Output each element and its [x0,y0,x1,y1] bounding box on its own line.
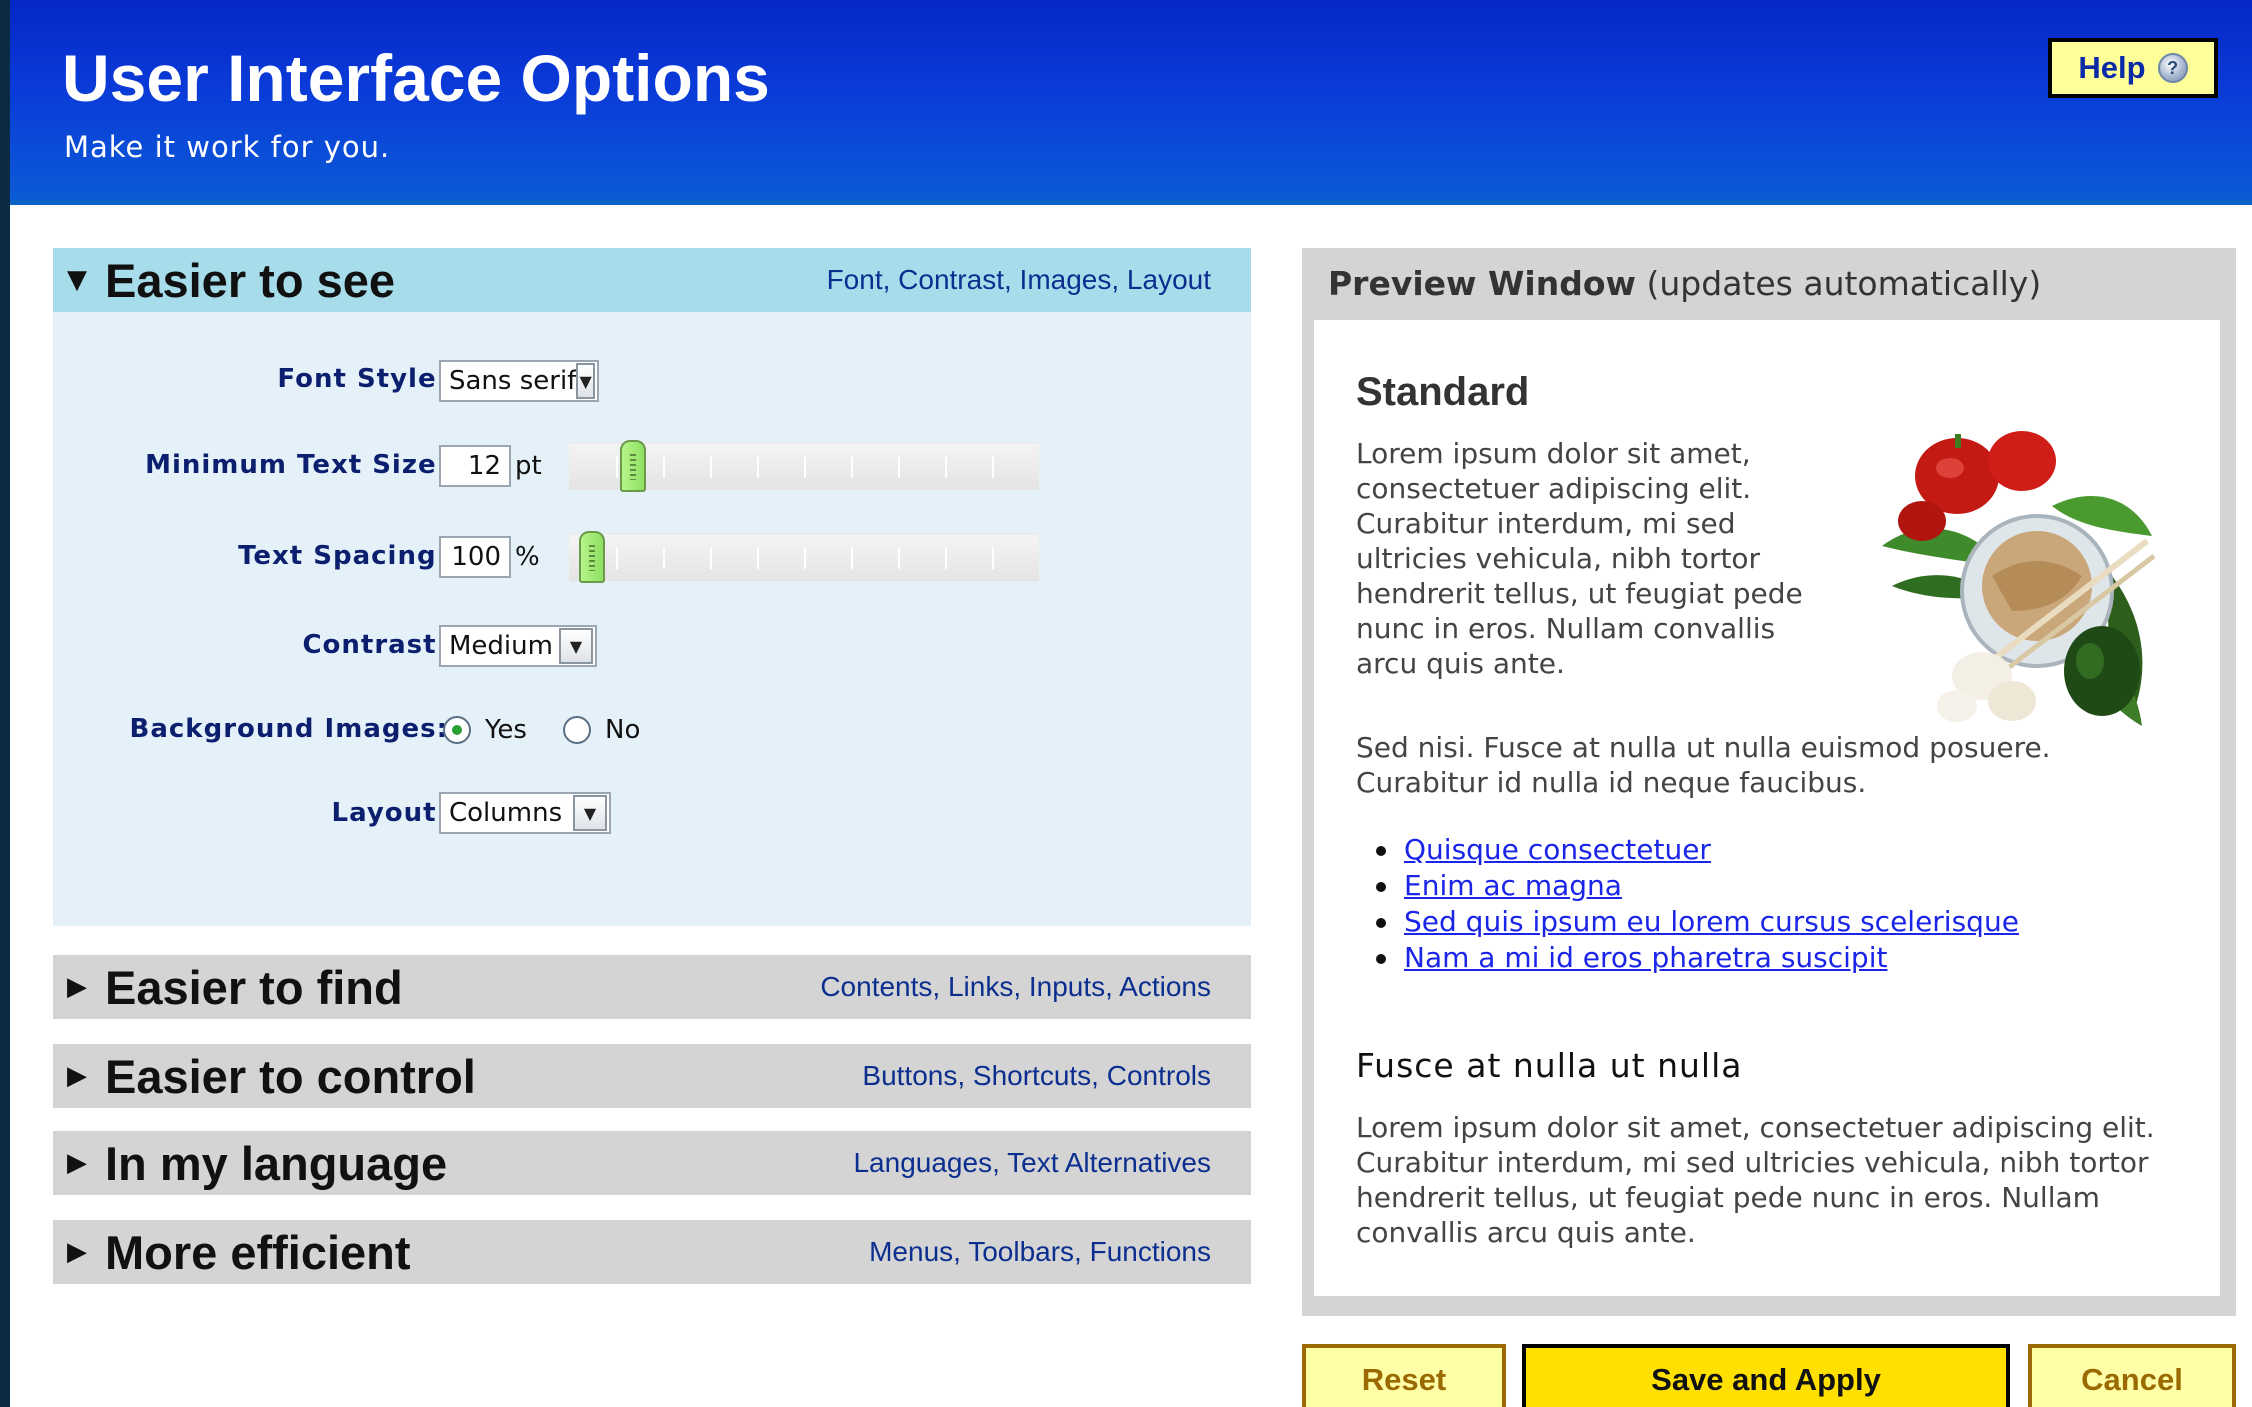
panel-summary: Languages, Text Alternatives [853,1147,1211,1178]
slider-tick [898,456,900,478]
panel-title: More efficient [105,1225,411,1279]
header-banner: User Interface Options Make it work for … [10,0,2252,200]
slider-tick [804,547,806,569]
panel-header-easier-to-control[interactable]: ▶ Easier to control Buttons, Shortcuts, … [53,1044,1251,1108]
slider-tick [992,456,994,478]
triangle-right-icon: ▶ [67,972,87,1002]
slider-tick [945,547,947,569]
font-style-label: Font Style: [277,364,448,394]
background-images-yes-label: Yes [485,715,527,745]
preview-paragraph: Lorem ipsum dolor sit amet, consectetuer… [1356,1111,2155,1249]
panel-summary: Buttons, Shortcuts, Controls [862,1060,1211,1091]
app-window: User Interface Options Make it work for … [10,0,2252,1407]
min-text-size-input[interactable]: 12 [439,445,511,487]
background-images-no-label: No [605,715,641,745]
panel-title: Easier to see [105,253,396,307]
preview-paragraph: Sed nisi. Fusce at nulla ut nulla euismo… [1356,731,2051,799]
slider-tick [898,547,900,569]
page-subtitle: Make it work for you. [64,130,391,164]
panel-summary: Contents, Links, Inputs, Actions [820,971,1211,1002]
slider-tick [616,547,618,569]
list-item: Quisque consectetuer [1376,832,2019,868]
preview-title-note: (updates automatically) [1646,264,2042,303]
layout-select[interactable]: Columns ▼ [439,792,611,834]
preview-link[interactable]: Sed quis ipsum eu lorem cursus scelerisq… [1404,905,2019,938]
slider-tick [663,456,665,478]
text-spacing-slider[interactable] [569,531,1039,583]
text-spacing-input[interactable]: 100 [439,536,511,578]
contrast-label: Contrast: [302,630,448,660]
preview-subheading: Fusce at nulla ut nulla [1356,1046,1743,1085]
slider-thumb[interactable] [579,531,605,583]
layout-value: Columns [449,798,563,828]
text-spacing-label: Text Spacing: [238,541,448,571]
slider-tick [851,456,853,478]
slider-tick [757,456,759,478]
panel-title: In my language [105,1136,448,1190]
background-images-label: Background Images: [129,714,448,744]
preview-heading: Standard [1356,370,1530,414]
slider-thumb[interactable] [620,440,646,492]
panel-body-easier-to-see: Font Style: Sans serif ▼ Minimum Text Si… [53,312,1251,926]
slider-tick [851,547,853,569]
vegetables-bowl-image [1882,431,2156,726]
layout-label: Layout: [331,798,448,828]
font-style-select[interactable]: Sans serif ▼ [439,360,599,402]
panel-title: Easier to find [105,960,403,1014]
preview-link[interactable]: Enim ac magna [1404,869,1622,902]
panel-summary: Font, Contrast, Images, Layout [826,264,1211,295]
help-button-label: Help [2078,50,2146,85]
min-text-size-label: Minimum Text Size: [145,450,448,480]
slider-tick [710,547,712,569]
triangle-right-icon: ▶ [67,1237,87,1267]
header-divider [10,200,2252,205]
min-text-size-slider[interactable] [569,440,1039,492]
preview-link-list: Quisque consectetuer Enim ac magna Sed q… [1376,832,2019,976]
triangle-right-icon: ▶ [67,1148,87,1178]
contrast-value: Medium [449,631,553,661]
preview-paragraph: Lorem ipsum dolor sit amet, consectetuer… [1356,437,1803,680]
preview-content: Standard Lorem ipsum dolor sit amet, con… [1314,320,2220,1296]
text-spacing-unit: % [515,542,540,572]
panel-header-easier-to-find[interactable]: ▶ Easier to find Contents, Links, Inputs… [53,955,1251,1019]
preview-window: Preview Window (updates automatically) S… [1302,248,2236,1316]
reset-button[interactable]: Reset [1302,1344,1506,1407]
panel-header-in-my-language[interactable]: ▶ In my language Languages, Text Alterna… [53,1131,1251,1195]
cancel-button[interactable]: Cancel [2028,1344,2236,1407]
list-item: Sed quis ipsum eu lorem cursus scelerisq… [1376,904,2019,940]
min-text-size-unit: pt [515,451,542,481]
slider-tick [663,547,665,569]
slider-tick [616,456,618,478]
preview-link[interactable]: Nam a mi id eros pharetra suscipit [1404,941,1887,974]
contrast-select[interactable]: Medium ▼ [439,625,597,667]
save-and-apply-button[interactable]: Save and Apply [1522,1344,2010,1407]
background-images-no-radio[interactable] [563,716,591,744]
preview-header: Preview Window (updates automatically) [1328,264,2041,303]
preview-title: Preview Window [1328,264,1637,303]
chevron-down-icon: ▼ [576,363,595,399]
chevron-down-icon: ▼ [559,628,593,664]
panel-title: Easier to control [105,1049,476,1103]
help-circle-icon: ? [2157,53,2188,83]
help-button[interactable]: Help ? [2048,38,2218,98]
chevron-down-icon: ▼ [573,795,607,831]
panel-summary: Menus, Toolbars, Functions [869,1236,1211,1267]
page-title: User Interface Options [62,41,770,115]
slider-tick [757,547,759,569]
font-style-value: Sans serif [449,366,577,396]
slider-tick [992,547,994,569]
panel-header-more-efficient[interactable]: ▶ More efficient Menus, Toolbars, Functi… [53,1220,1251,1284]
list-item: Nam a mi id eros pharetra suscipit [1376,940,2019,976]
panel-header-easier-to-see[interactable]: ▼ Easier to see Font, Contrast, Images, … [53,248,1251,312]
list-item: Enim ac magna [1376,868,2019,904]
slider-tick [710,456,712,478]
background-images-yes-radio[interactable] [443,716,471,744]
slider-tick [945,456,947,478]
triangle-right-icon: ▶ [67,1061,87,1091]
preview-link[interactable]: Quisque consectetuer [1404,833,1711,866]
triangle-down-icon: ▼ [67,265,87,295]
slider-tick [804,456,806,478]
